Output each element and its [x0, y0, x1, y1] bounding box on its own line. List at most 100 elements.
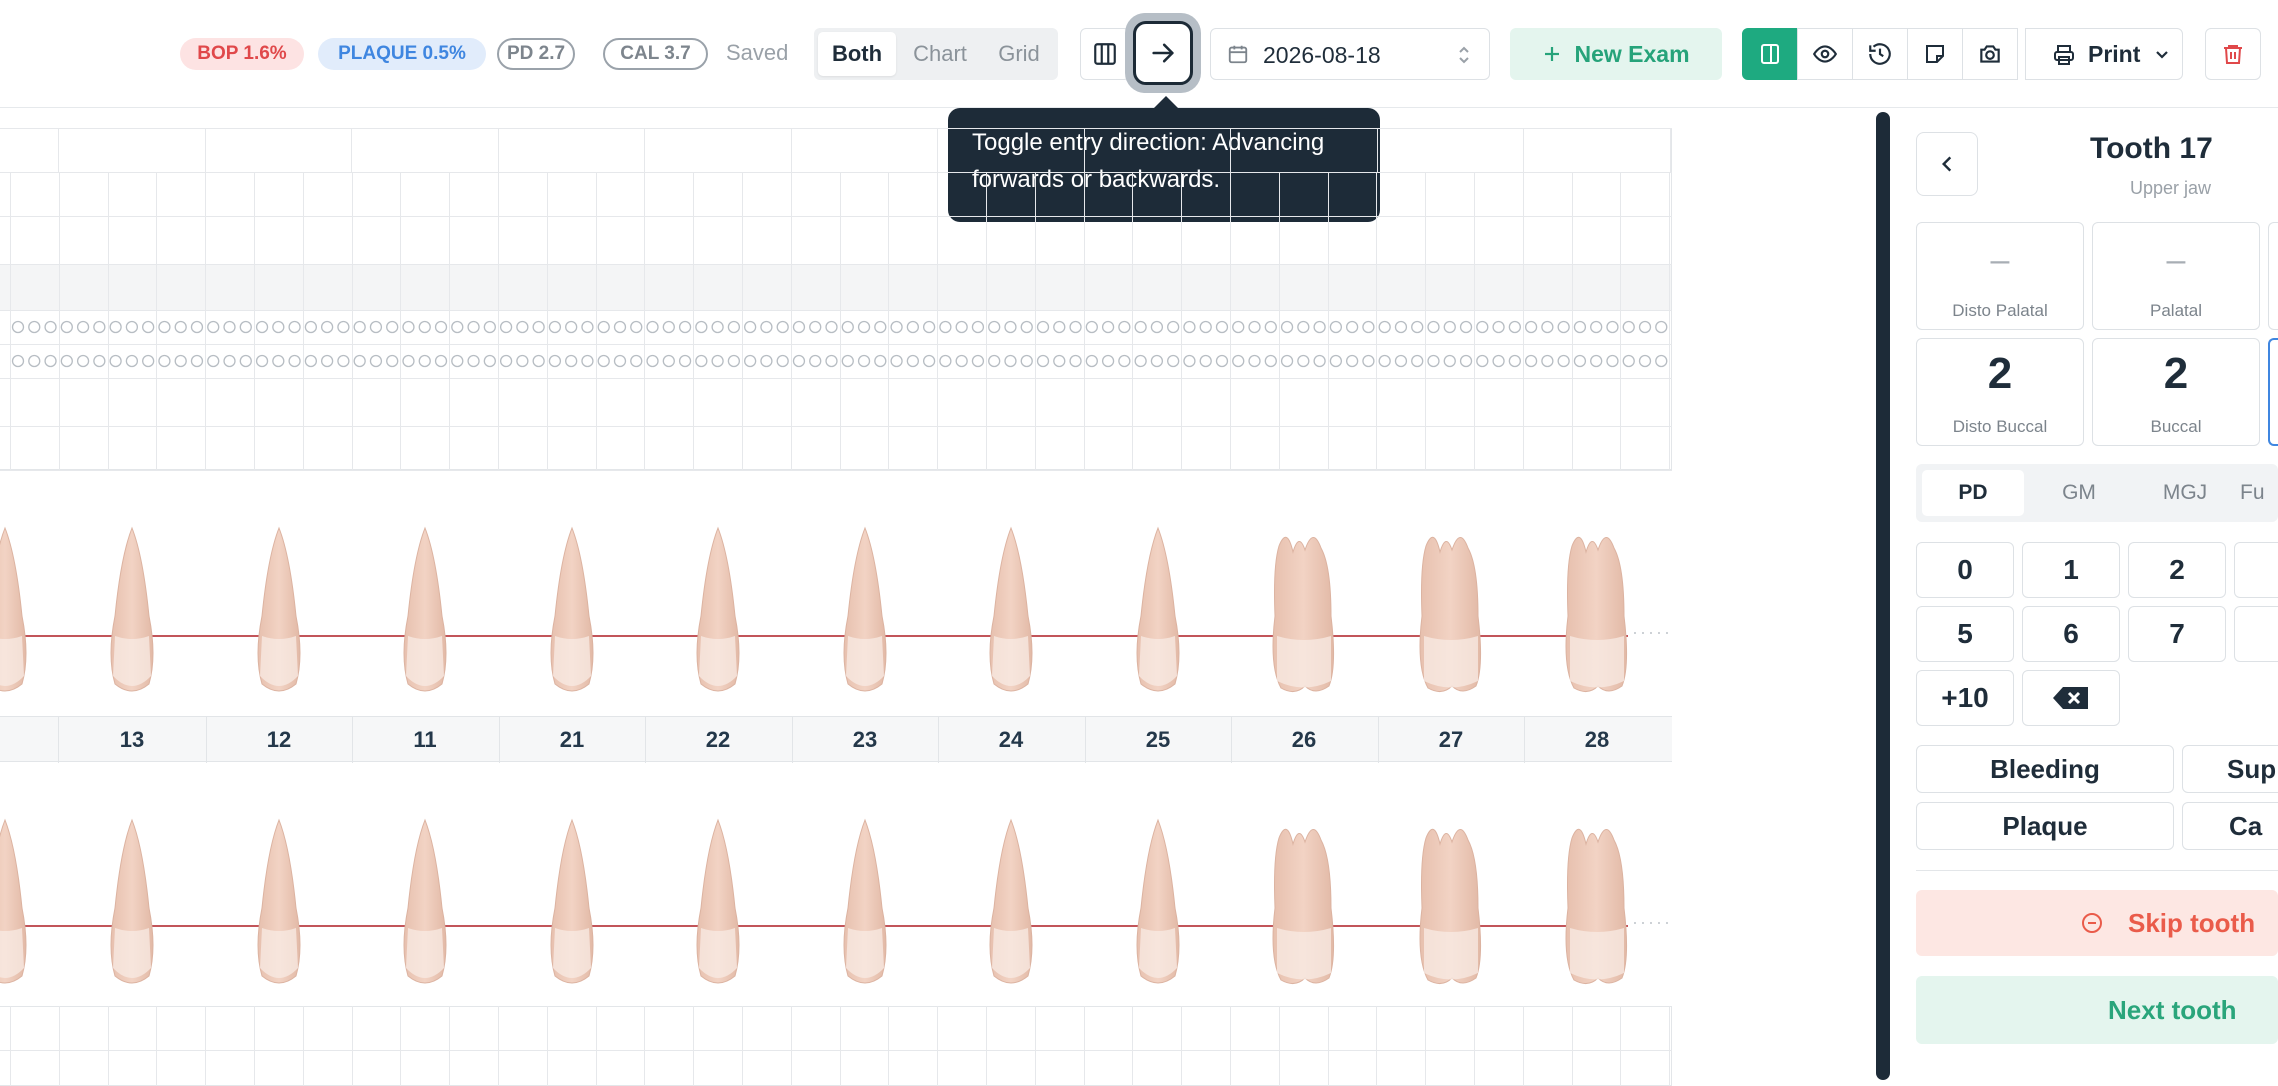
tooth-25-buccal[interactable] — [1113, 526, 1203, 701]
site-disto-buccal[interactable]: 2 Disto Buccal — [1916, 338, 2084, 446]
entry-direction-button[interactable] — [1133, 21, 1193, 85]
tooth-22-palatal[interactable] — [673, 818, 763, 993]
tooth-11-image[interactable] — [380, 526, 470, 696]
tooth-26-image[interactable] — [1259, 818, 1349, 988]
backspace-button[interactable] — [2022, 670, 2120, 726]
tooth-27-image[interactable] — [1406, 818, 1496, 988]
tooth-number-11[interactable]: 11 — [352, 727, 498, 753]
tooth-24-palatal[interactable] — [966, 818, 1056, 993]
tooth-28-buccal[interactable] — [1552, 526, 1642, 701]
tooth-number-25[interactable]: 25 — [1085, 727, 1231, 753]
chart-scrollbar[interactable] — [1876, 112, 1890, 1080]
tooth-25-image[interactable] — [1113, 526, 1203, 696]
tab-mgj[interactable]: MGJ — [2134, 470, 2236, 516]
tooth-24-image[interactable] — [966, 526, 1056, 696]
tooth-13-image[interactable] — [87, 818, 177, 988]
tooth-number-21[interactable]: 21 — [499, 727, 645, 753]
tooth-22-image[interactable] — [673, 818, 763, 988]
site-palatal[interactable]: – Palatal — [2092, 222, 2260, 330]
tooth-number-27[interactable]: 27 — [1378, 727, 1524, 753]
skip-tooth-button[interactable]: Skip tooth — [1916, 890, 2278, 956]
site-buccal[interactable]: 2 Buccal — [2092, 338, 2260, 446]
tooth-28-palatal[interactable] — [1552, 818, 1642, 993]
panel-toggle-button[interactable] — [1742, 28, 1798, 80]
tooth-number-23[interactable]: 23 — [792, 727, 938, 753]
delete-exam-button[interactable] — [2205, 28, 2261, 80]
new-exam-button[interactable]: New Exam — [1510, 28, 1722, 80]
notes-button[interactable] — [1907, 28, 1963, 80]
tooth-11-image[interactable] — [380, 818, 470, 988]
tooth-13-image[interactable] — [87, 526, 177, 696]
tab-gm[interactable]: GM — [2028, 470, 2130, 516]
tooth-12-buccal[interactable] — [234, 526, 324, 701]
tooth-12-image[interactable] — [234, 526, 324, 696]
tooth-26-buccal[interactable] — [1259, 526, 1349, 701]
bleeding-button[interactable]: Bleeding — [1916, 745, 2174, 793]
tooth-24-image[interactable] — [966, 818, 1056, 988]
tooth-13-buccal[interactable] — [87, 526, 177, 701]
tooth-number-13[interactable]: 13 — [59, 727, 205, 753]
calculus-button[interactable]: Ca — [2182, 802, 2278, 850]
tooth-23-image[interactable] — [820, 526, 910, 696]
key-3[interactable] — [2234, 542, 2278, 598]
tooth-number-22[interactable]: 22 — [645, 727, 791, 753]
tooth-27-palatal[interactable] — [1406, 818, 1496, 993]
view-grid-button[interactable]: Grid — [984, 32, 1054, 76]
tooth-25-image[interactable] — [1113, 818, 1203, 988]
site-disto-palatal[interactable]: – Disto Palatal — [1916, 222, 2084, 330]
visibility-button[interactable] — [1797, 28, 1853, 80]
tooth-13-palatal[interactable] — [87, 818, 177, 993]
key-8[interactable] — [2234, 606, 2278, 662]
tooth-21-buccal[interactable] — [527, 526, 617, 701]
key-1[interactable]: 1 — [2022, 542, 2120, 598]
tooth-number-24[interactable]: 24 — [938, 727, 1084, 753]
print-button[interactable]: Print — [2025, 28, 2183, 80]
tooth-22-image[interactable] — [673, 526, 763, 696]
indicator-dot — [1459, 354, 1473, 368]
key-0[interactable]: 0 — [1916, 542, 2014, 598]
history-button[interactable] — [1852, 28, 1908, 80]
tooth-12-palatal[interactable] — [234, 818, 324, 993]
columns-button[interactable] — [1080, 28, 1130, 80]
tooth-11-buccal[interactable] — [380, 526, 470, 701]
tooth-12-image[interactable] — [234, 818, 324, 988]
key-plus-10[interactable]: +10 — [1916, 670, 2014, 726]
tooth-number-28[interactable]: 28 — [1524, 727, 1670, 753]
key-7[interactable]: 7 — [2128, 606, 2226, 662]
tooth-28-image[interactable] — [1552, 818, 1642, 988]
key-6[interactable]: 6 — [2022, 606, 2120, 662]
tooth-edge526-image[interactable] — [0, 526, 50, 696]
tooth-24-buccal[interactable] — [966, 526, 1056, 701]
tooth-22-buccal[interactable] — [673, 526, 763, 701]
tooth-number-12[interactable]: 12 — [206, 727, 352, 753]
exam-date-picker[interactable]: 2026-08-18 — [1210, 28, 1490, 80]
tooth-25-palatal[interactable] — [1113, 818, 1203, 993]
suppuration-button[interactable]: Sup — [2182, 745, 2278, 793]
tooth-11-palatal[interactable] — [380, 818, 470, 993]
site-mesio-palatal[interactable] — [2268, 222, 2278, 330]
previous-tooth-button[interactable] — [1916, 132, 1978, 196]
key-2[interactable]: 2 — [2128, 542, 2226, 598]
tab-furcation[interactable]: Fu — [2240, 470, 2278, 516]
tooth-28-image[interactable] — [1552, 526, 1642, 696]
tooth-23-palatal[interactable] — [820, 818, 910, 993]
tooth-26-image[interactable] — [1259, 526, 1349, 696]
site-mesio-buccal-selected[interactable] — [2268, 338, 2278, 446]
key-5[interactable]: 5 — [1916, 606, 2014, 662]
plaque-button[interactable]: Plaque — [1916, 802, 2174, 850]
tooth-21-image[interactable] — [527, 526, 617, 696]
tooth-23-buccal[interactable] — [820, 526, 910, 701]
tooth-23-image[interactable] — [820, 818, 910, 988]
tooth-number-26[interactable]: 26 — [1231, 727, 1377, 753]
tooth-edge818-image[interactable] — [0, 818, 50, 988]
screenshot-button[interactable] — [1962, 28, 2018, 80]
tooth-27-image[interactable] — [1406, 526, 1496, 696]
tab-pd[interactable]: PD — [1922, 470, 2024, 516]
tooth-21-palatal[interactable] — [527, 818, 617, 993]
view-both-button[interactable]: Both — [818, 32, 896, 76]
tooth-27-buccal[interactable] — [1406, 526, 1496, 701]
tooth-26-palatal[interactable] — [1259, 818, 1349, 993]
tooth-21-image[interactable] — [527, 818, 617, 988]
next-tooth-button[interactable]: Next tooth — [1916, 976, 2278, 1044]
view-chart-button[interactable]: Chart — [900, 32, 980, 76]
